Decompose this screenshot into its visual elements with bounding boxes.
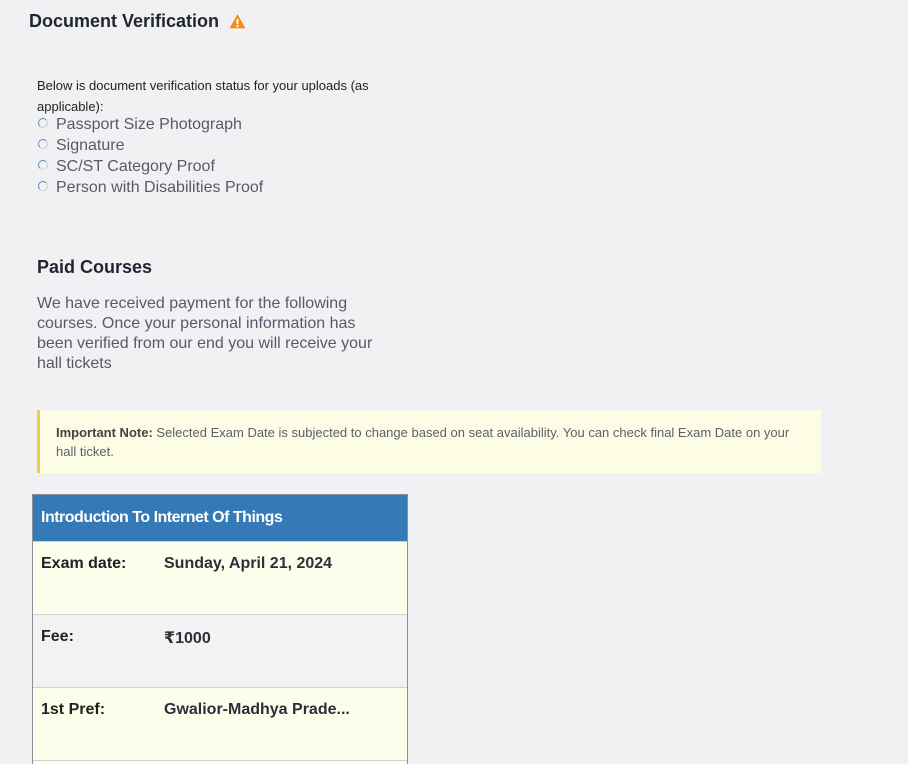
document-label: Person with Disabilities Proof	[56, 179, 264, 196]
document-label: Signature	[56, 137, 125, 154]
loading-spinner-icon	[38, 139, 48, 149]
document-verification-title: Document Verification	[29, 11, 220, 31]
document-label: SC/ST Category Proof	[56, 158, 215, 175]
exam-date-value: Sunday, April 21, 2024	[164, 555, 333, 572]
important-note-label: Important Note:	[56, 425, 153, 440]
list-item: Signature	[38, 137, 263, 158]
fee-value: ₹1000	[164, 630, 211, 647]
first-preference-label: 1st Pref:	[41, 701, 106, 718]
loading-spinner-icon	[38, 160, 48, 170]
list-item: SC/ST Category Proof	[38, 158, 263, 179]
exam-date-label: Exam date:	[41, 555, 127, 572]
document-verification-heading: Document Verification	[29, 11, 246, 32]
table-row: 1st Pref: Gwalior-Madhya Prade...	[33, 688, 407, 761]
list-item: Person with Disabilities Proof	[38, 179, 263, 200]
loading-spinner-icon	[38, 181, 48, 191]
important-note: Important Note: Selected Exam Date is su…	[37, 410, 821, 473]
document-status-list: Passport Size Photograph Signature SC/ST…	[38, 116, 263, 200]
list-item: Passport Size Photograph	[38, 116, 263, 137]
paid-courses-title: Paid Courses	[37, 257, 153, 277]
table-row: Fee: ₹1000	[33, 615, 407, 688]
course-name: Introduction To Internet Of Things	[33, 495, 407, 542]
warning-icon	[229, 14, 246, 29]
document-label: Passport Size Photograph	[56, 116, 242, 133]
important-note-text: Selected Exam Date is subjected to chang…	[56, 425, 790, 459]
table-row: Exam date: Sunday, April 21, 2024	[33, 542, 407, 615]
loading-spinner-icon	[38, 118, 48, 128]
fee-label: Fee:	[41, 628, 74, 645]
course-card: Introduction To Internet Of Things Exam …	[32, 494, 408, 764]
first-preference-value: Gwalior-Madhya Prade...	[164, 701, 350, 718]
paid-courses-text: We have received payment for the followi…	[37, 295, 373, 372]
verification-intro: Below is document verification status fo…	[37, 78, 369, 114]
